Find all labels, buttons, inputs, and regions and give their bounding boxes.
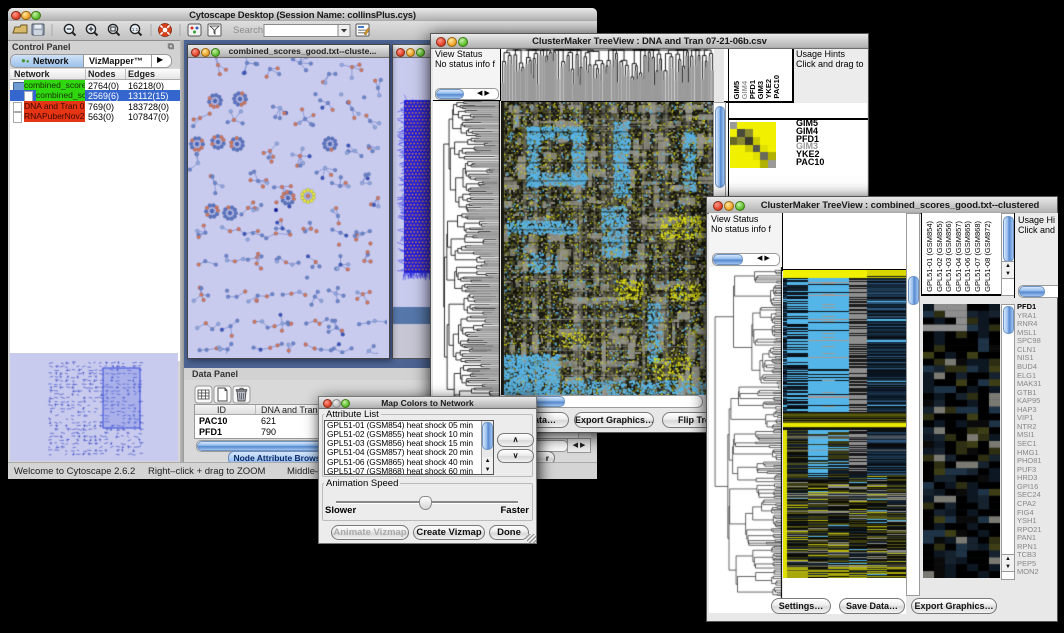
svg-text:Search:: Search: xyxy=(233,25,266,36)
svg-text:1:1: 1:1 xyxy=(132,27,139,32)
